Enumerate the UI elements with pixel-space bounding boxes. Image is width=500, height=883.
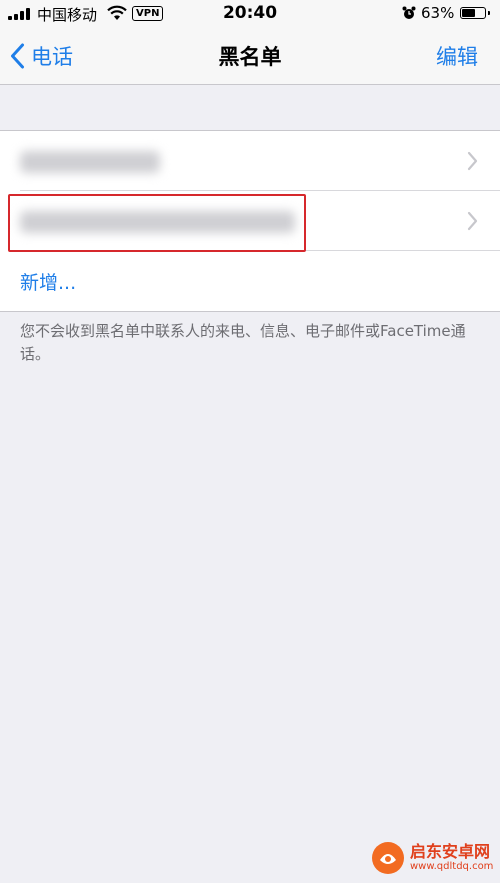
blocked-info-note: 您不会收到黑名单中联系人的来电、信息、电子邮件或FaceTime通话。 [20, 322, 466, 363]
watermark-url: www.qdltdq.com [410, 861, 494, 872]
add-new-label: 新增... [20, 272, 77, 294]
battery-fill [462, 9, 475, 17]
status-bar: 中国移动 VPN 20:40 63% [0, 0, 500, 28]
edit-button[interactable]: 编辑 [436, 41, 478, 71]
battery-icon [460, 7, 490, 19]
obscured-contact-name [20, 151, 160, 173]
battery-percent: 63% [421, 4, 455, 22]
page-title: 黑名单 [218, 45, 282, 69]
watermark-title: 启东安卓网 [410, 842, 491, 861]
watermark-logo-icon [372, 842, 404, 874]
watermark: 启东安卓网 www.qdltdq.com [370, 840, 493, 876]
blocked-contact-row[interactable] [0, 131, 500, 191]
alarm-icon [402, 6, 416, 19]
add-new-row[interactable]: 新增... [0, 251, 500, 311]
chevron-right-icon [467, 151, 478, 171]
chevron-right-icon [467, 211, 478, 231]
highlight-box [8, 194, 306, 252]
navigation-bar: 电话 黑名单 编辑 [0, 28, 500, 85]
